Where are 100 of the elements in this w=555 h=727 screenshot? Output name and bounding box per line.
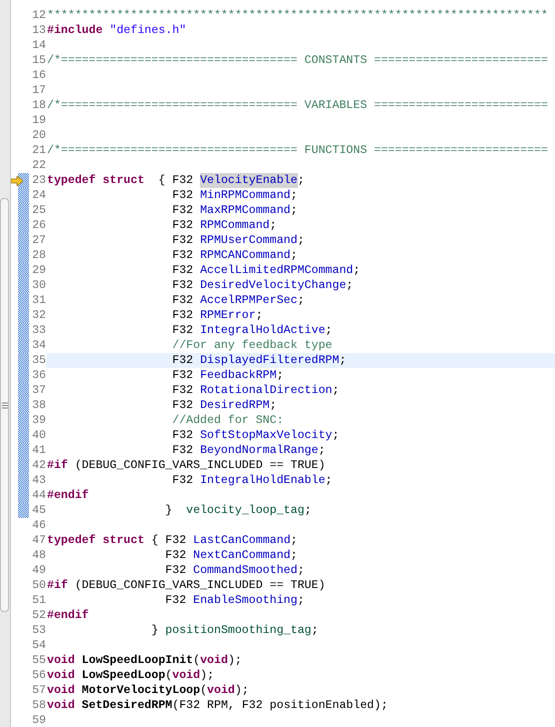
- line-number: 49: [31, 563, 46, 578]
- field-name: AccelRPMPerSec: [200, 293, 298, 308]
- line-number: 39: [31, 413, 46, 428]
- code-text: F32: [164, 563, 188, 578]
- preprocessor-directive: #endif: [47, 608, 89, 623]
- field-name: CommandSmoothed: [193, 563, 298, 578]
- line-number: 59: [31, 713, 46, 727]
- line-number: 43: [31, 473, 46, 488]
- code-text: F32: [171, 188, 194, 203]
- code-text: ;: [297, 593, 304, 608]
- code-text: );: [200, 668, 214, 683]
- field-name: FeedbackRPM: [200, 368, 277, 383]
- keyword-text: void: [47, 653, 76, 668]
- code-text: ;: [276, 368, 284, 383]
- code-comment: //Added for SNC:: [171, 413, 284, 428]
- field-name: IntegralHoldEnable: [200, 473, 326, 488]
- code-text: ;: [256, 308, 263, 323]
- code-text: ;: [311, 623, 318, 638]
- code-text: (: [200, 683, 208, 698]
- code-text: F32: [171, 263, 194, 278]
- field-name: BeyondNormalRange: [200, 443, 318, 458]
- code-text: F32: [171, 383, 194, 398]
- line-number: 40: [31, 428, 46, 443]
- line-number: 17: [31, 83, 46, 98]
- field-name: RPMError: [200, 308, 256, 323]
- line-number: 29: [31, 263, 46, 278]
- string-literal: "defines.h": [110, 23, 186, 38]
- code-text: ;: [325, 473, 332, 488]
- code-text: F32: [171, 473, 194, 488]
- preprocessor-directive: #if: [47, 578, 68, 593]
- preprocessor-directive: #if: [47, 458, 68, 473]
- code-text: { F32: [157, 173, 194, 188]
- field-name: DisplayedFilteredRPM: [200, 353, 340, 368]
- type-name: velocity_loop_tag: [186, 503, 304, 518]
- code-text: ;: [290, 203, 298, 218]
- function-name: SetDesiredRPM: [82, 698, 172, 713]
- keyword-text: void: [172, 668, 200, 683]
- code-text: );: [228, 653, 242, 668]
- field-name: SoftStopMaxVelocity: [200, 428, 332, 443]
- line-number: 25: [31, 203, 46, 218]
- code-text: ;: [318, 443, 326, 458]
- code-text: ;: [290, 248, 298, 263]
- line-number: 34: [31, 338, 46, 353]
- code-text: ;: [332, 383, 340, 398]
- function-name: LowSpeedLoopInit: [82, 653, 194, 668]
- line-number: 23: [31, 173, 46, 188]
- sash-handle[interactable]: [0, 198, 9, 612]
- code-text: F32: [171, 278, 194, 293]
- line-number: 41: [31, 443, 46, 458]
- code-text: ;: [270, 398, 277, 413]
- field-name: IntegralHoldActive: [200, 323, 326, 338]
- field-name: RotationalDirection: [200, 383, 332, 398]
- line-number: 19: [31, 113, 46, 128]
- code-text: ;: [290, 533, 298, 548]
- line-number: 24: [31, 188, 46, 203]
- code-text: { F32: [150, 533, 188, 548]
- line-number: 22: [31, 158, 46, 173]
- code-text: F32: [171, 398, 194, 413]
- function-name: LowSpeedLoop: [82, 668, 166, 683]
- line-number: 55: [31, 653, 46, 668]
- line-number: 15: [31, 53, 46, 68]
- field-name: DesiredVelocityChange: [200, 278, 346, 293]
- line-number: 48: [31, 548, 46, 563]
- line-number: 36: [31, 368, 46, 383]
- code-text: ;: [290, 548, 298, 563]
- line-number: 52: [31, 608, 46, 623]
- code-text: F32: [171, 248, 194, 263]
- code-text: F32: [171, 428, 194, 443]
- function-name: MotorVelocityLoop: [82, 683, 200, 698]
- highlighted-occurrence: VelocityEnable: [200, 173, 298, 188]
- code-text: F32: [171, 323, 194, 338]
- line-number: 42: [31, 458, 46, 473]
- field-name: LastCanCommand: [193, 533, 291, 548]
- code-text: (: [193, 653, 200, 668]
- code-comment: /*================================== CONSTANTS =========================: [47, 53, 548, 68]
- keyword-text: void: [47, 683, 76, 698]
- line-number: 51: [31, 593, 46, 608]
- code-text: F32: [171, 293, 194, 308]
- line-number: 37: [31, 383, 46, 398]
- line-number: 26: [31, 218, 46, 233]
- code-text: F32: [171, 218, 194, 233]
- keyword-text: typedef: [47, 533, 97, 548]
- line-number: 21: [31, 143, 46, 158]
- code-text: F32: [171, 353, 194, 368]
- line-number: 53: [31, 623, 46, 638]
- line-number: 13: [31, 23, 46, 38]
- code-text: (: [165, 668, 172, 683]
- code-text: ;: [304, 503, 312, 518]
- field-name: RPMUserCommand: [200, 233, 298, 248]
- line-number: 12: [31, 8, 46, 23]
- code-text: ;: [332, 428, 340, 443]
- code-text: F32: [171, 443, 194, 458]
- line-number: 47: [31, 533, 46, 548]
- code-text: ;: [325, 323, 332, 338]
- code-text: ;: [339, 353, 346, 368]
- code-text: F32: [171, 368, 194, 383]
- field-name: DesiredRPM: [200, 398, 270, 413]
- keyword-text: void: [47, 698, 76, 713]
- code-text: }: [150, 623, 160, 638]
- code-text: (DEBUG_CONFIG_VARS_INCLUDED == TRUE): [74, 458, 326, 473]
